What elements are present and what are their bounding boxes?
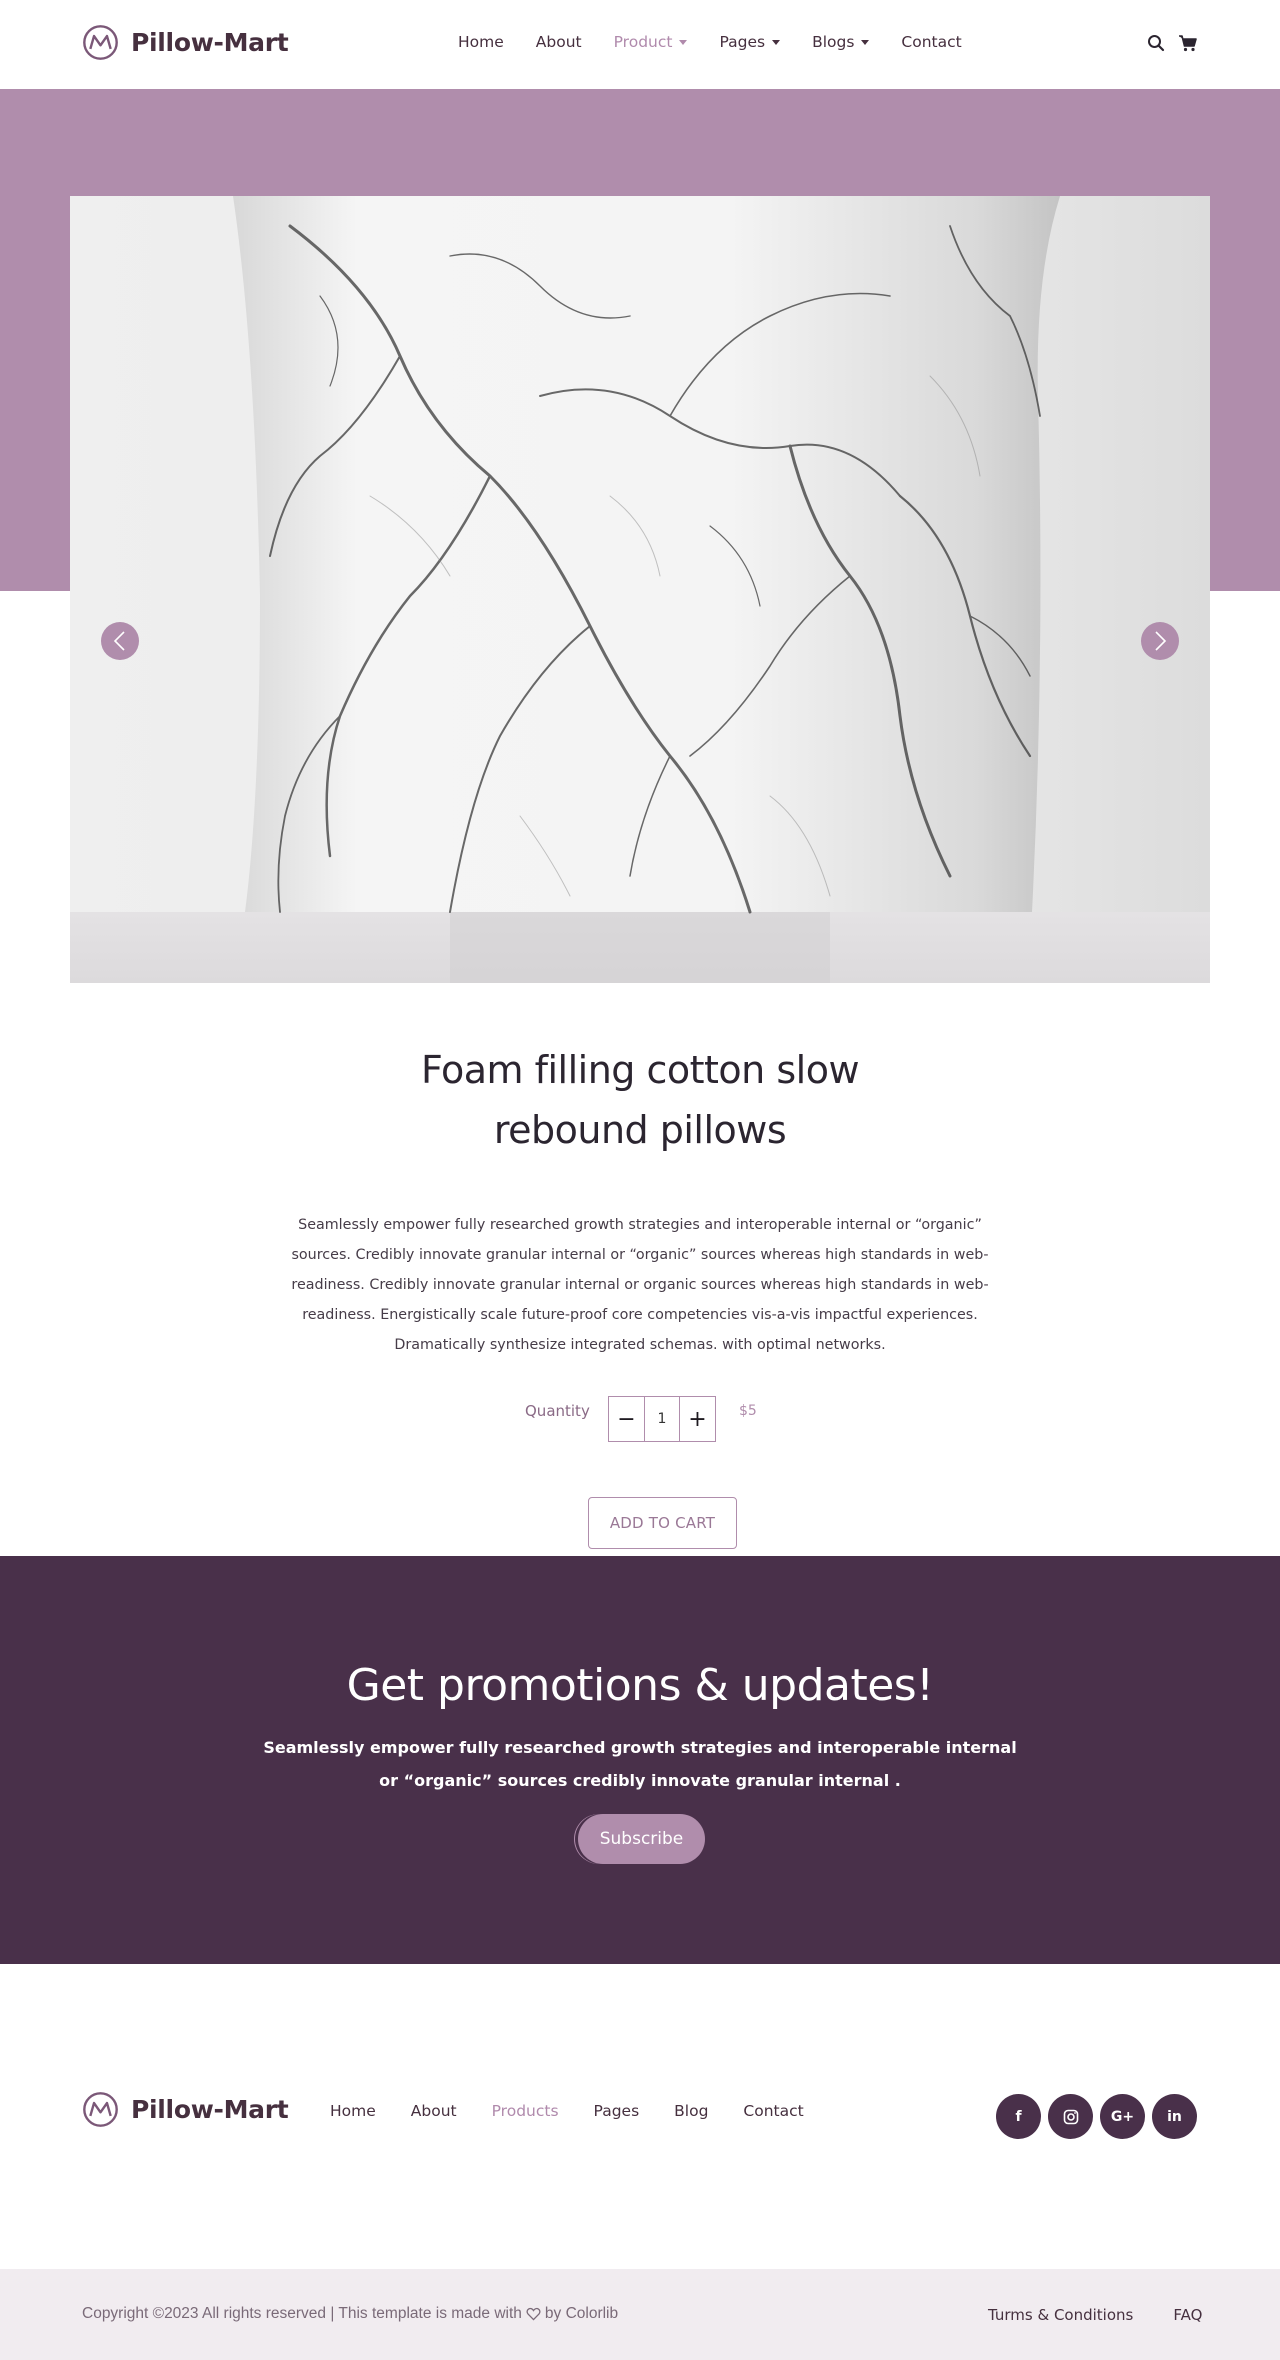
promo-text: Seamlessly empower fully researched grow… <box>263 1738 1017 1790</box>
nav-item-label: About <box>535 33 582 51</box>
facebook-icon[interactable]: f <box>996 2094 1041 2139</box>
search-icon[interactable] <box>1146 33 1166 53</box>
nav-item-product[interactable]: Product <box>614 33 688 51</box>
caret-down-icon <box>861 39 870 45</box>
bottom-bar: Copyright ©2023 All rights reserved | Th… <box>0 2269 1280 2360</box>
brand-name: Pillow-Mart <box>131 28 289 57</box>
footer-nav-about[interactable]: About <box>411 2102 457 2120</box>
product-image-carousel <box>70 196 1210 983</box>
nav-item-label: Contact <box>901 33 962 51</box>
social-links: f G+ in <box>996 2094 1204 2139</box>
promo-title: Get promotions & updates! <box>346 1660 934 1711</box>
add-to-cart-button[interactable]: ADD TO CART <box>588 1497 737 1549</box>
caret-down-icon <box>772 39 781 45</box>
footer-nav-products[interactable]: Products <box>492 2102 559 2120</box>
nav-item-blogs[interactable]: Blogs <box>812 33 870 51</box>
brand[interactable]: Pillow-Mart <box>82 24 289 61</box>
site-header: Pillow-Mart Home About Product Pages Blo… <box>0 0 1280 89</box>
footer-brand[interactable]: Pillow-Mart <box>82 2091 289 2128</box>
increment-button[interactable]: + <box>680 1397 715 1441</box>
instagram-icon[interactable] <box>1048 2094 1093 2139</box>
main-nav: Home About Product Pages Blogs Contact <box>458 33 994 51</box>
carousel-prev-button[interactable] <box>101 622 139 660</box>
footer-nav-blog[interactable]: Blog <box>674 2102 708 2120</box>
nav-item-label: Blogs <box>812 33 855 51</box>
footer-nav-contact[interactable]: Contact <box>743 2102 803 2120</box>
promotions-section: Get promotions & updates! Seamlessly emp… <box>0 1556 1280 1964</box>
copyright: Copyright ©2023 All rights reserved | Th… <box>82 2305 618 2323</box>
copyright-text: Copyright ©2023 All rights reserved | Th… <box>82 2305 522 2322</box>
caret-down-icon <box>679 39 688 45</box>
chevron-right-icon <box>1155 631 1167 651</box>
quantity-stepper: − 1 + <box>608 1396 716 1442</box>
footer-nav-home[interactable]: Home <box>330 2102 376 2120</box>
header-actions <box>1146 33 1210 53</box>
chevron-left-icon <box>113 631 125 651</box>
decrement-button[interactable]: − <box>609 1397 644 1441</box>
site-footer: Pillow-Mart Home About Products Pages Bl… <box>0 1964 1280 2269</box>
product-price: $5 <box>739 1403 757 1419</box>
heart-icon <box>526 2307 541 2321</box>
footer-brand-name: Pillow-Mart <box>131 2095 289 2124</box>
product-description: Seamlessly empower fully researched grow… <box>291 1217 989 1353</box>
linkedin-icon[interactable]: in <box>1152 2094 1197 2139</box>
nav-item-pages[interactable]: Pages <box>719 33 781 51</box>
instagram-glyph-icon <box>1063 2109 1078 2124</box>
footer-nav: Home About Products Pages Blog Contact <box>330 2102 839 2120</box>
terms-link[interactable]: Turms & Conditions <box>988 2306 1133 2324</box>
cart-icon[interactable] <box>1178 33 1198 53</box>
nav-item-label: Home <box>458 33 504 51</box>
nav-item-home[interactable]: Home <box>458 33 504 51</box>
copyright-credit[interactable]: by Colorlib <box>545 2305 618 2323</box>
quantity-input[interactable]: 1 <box>644 1397 680 1441</box>
faq-link[interactable]: FAQ <box>1173 2306 1202 2324</box>
nav-item-contact[interactable]: Contact <box>901 33 961 51</box>
footer-nav-pages[interactable]: Pages <box>594 2102 640 2120</box>
brand-logo-icon <box>83 2092 118 2127</box>
quantity-label: Quantity <box>525 1402 590 1420</box>
quantity-row: Quantity − 1 + $5 <box>525 1396 757 1442</box>
nav-item-label: Product <box>613 33 673 51</box>
carousel-next-button[interactable] <box>1141 622 1179 660</box>
product-title: Foam filling cotton slow rebound pillows <box>420 1048 860 1152</box>
google-plus-icon[interactable]: G+ <box>1100 2094 1145 2139</box>
marble-pillow-image <box>70 196 1210 983</box>
subscribe-button[interactable]: Subscribe <box>578 1814 705 1864</box>
nav-item-label: Pages <box>719 33 766 51</box>
nav-item-about[interactable]: About <box>536 33 582 51</box>
brand-logo-icon <box>83 25 118 60</box>
legal-links: Turms & Conditions FAQ <box>988 2306 1202 2324</box>
